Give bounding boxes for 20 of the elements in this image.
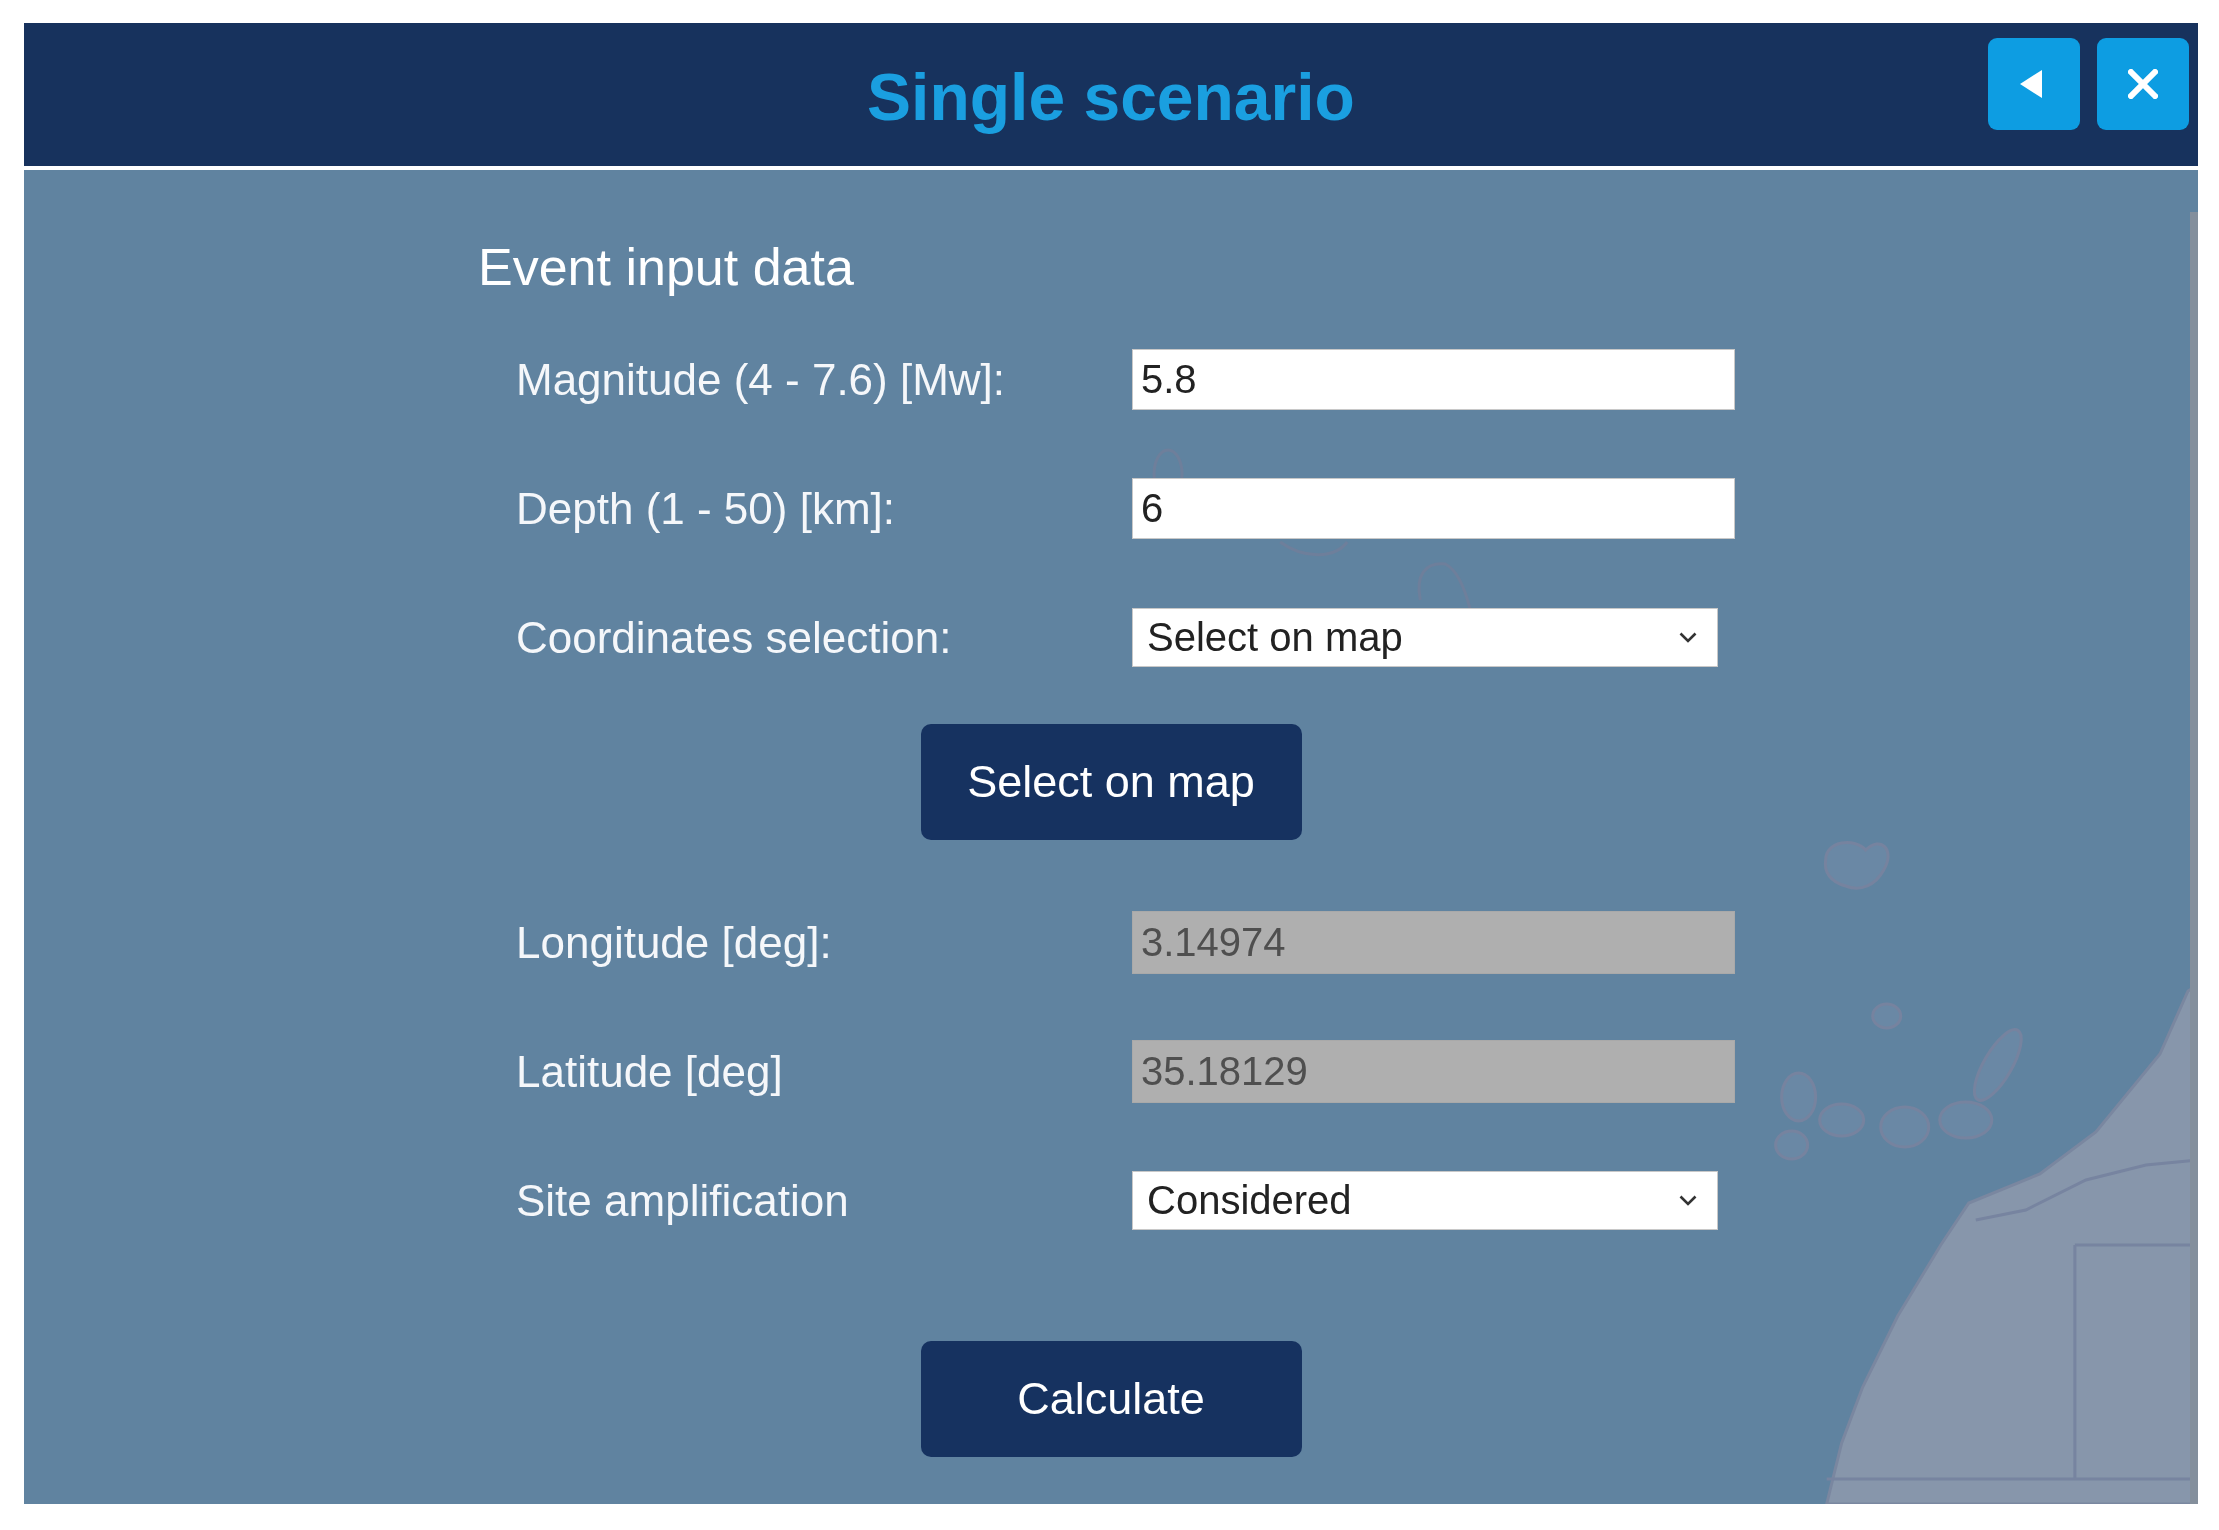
close-button[interactable] [2097,38,2189,130]
section-title: Event input data [478,237,855,298]
calculate-button[interactable]: Calculate [920,1341,1302,1457]
field-label: Depth (1 - 50) [km]: [516,483,895,534]
dropdown[interactable]: Considered [1132,1171,1718,1230]
field-label: Latitude [deg] [516,1046,783,1097]
field-label: Coordinates selection: [516,612,952,663]
window-title: Single scenario [867,58,1355,136]
chevron-down-icon [1679,632,1697,643]
field-label: Longitude [deg]: [516,917,832,968]
dropdown[interactable]: Select on map [1132,608,1718,667]
text-field[interactable]: 6 [1132,478,1735,539]
select-on-map-button[interactable]: Select on map [920,724,1302,840]
field-label: Site amplification [516,1175,849,1226]
chevron-down-icon [1679,1195,1697,1206]
triangle-left-icon [2020,70,2042,98]
back-button[interactable] [1988,38,2080,130]
field-label: Magnitude (4 - 7.6) [Mw]: [516,354,1006,405]
close-icon [2128,69,2158,99]
text-field[interactable]: 5.8 [1132,349,1735,410]
